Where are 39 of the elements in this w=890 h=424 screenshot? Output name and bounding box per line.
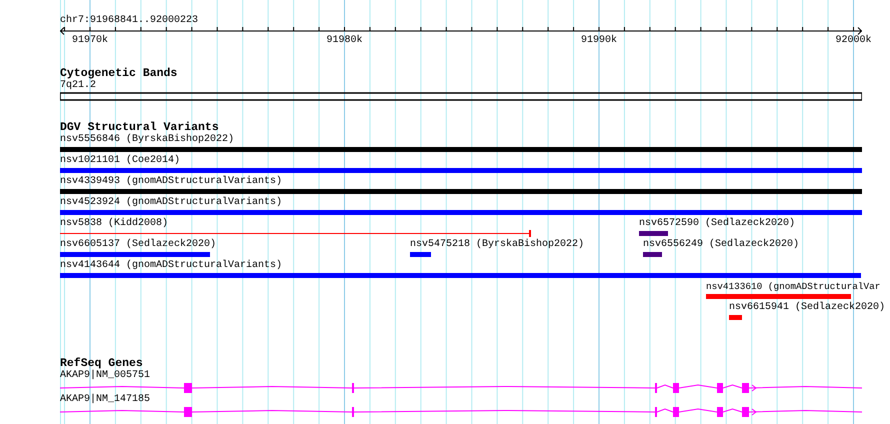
gene-model-drawing[interactable]: [60, 382, 862, 394]
variant-bar[interactable]: [60, 273, 861, 278]
feature-label: nsv4339493 (gnomADStructuralVariants): [60, 176, 282, 188]
variant-bar[interactable]: [643, 252, 662, 257]
feature-label: nsv6556249 (Sedlazeck2020): [643, 239, 800, 251]
band-label: 7q21.2: [60, 80, 98, 92]
feature-label: nsv1021101 (Coe2014): [60, 155, 180, 167]
feature-label: AKAP9|NM_147185: [60, 394, 152, 406]
feature-label: nsv5556846 (ByrskaBishop2022): [60, 134, 234, 146]
variant-bar[interactable]: [729, 315, 742, 320]
feature-label: AKAP9|NM_005751: [60, 370, 152, 382]
location-label: chr7:91968841..92000223: [60, 15, 200, 27]
chromosome-band[interactable]: [60, 92, 862, 102]
axis-tick-label: 91980k: [326, 35, 362, 47]
track-title: DGV Structural Variants: [60, 122, 219, 134]
axis-tick-label: 91990k: [581, 35, 617, 47]
axis-tick-label: 91970k: [72, 35, 108, 47]
feature-label: nsv6605137 (Sedlazeck2020): [60, 239, 216, 251]
ruler-axis-drawing[interactable]: [60, 27, 862, 35]
axis-tick-label: 92000k: [836, 35, 872, 47]
feature-label: nsv5475218 (ByrskaBishop2022): [410, 239, 584, 251]
variant-span[interactable]: [60, 230, 531, 237]
feature-label: nsv4523924 (gnomADStructuralVariants): [60, 197, 282, 209]
track-title: Cytogenetic Bands: [60, 68, 178, 80]
track-title: RefSeq Genes: [60, 358, 143, 370]
feature-label: nsv4133610 (gnomADStructuralVar: [706, 281, 880, 293]
variant-bar[interactable]: [639, 231, 668, 236]
variant-bar[interactable]: [60, 168, 862, 173]
variant-bar[interactable]: [706, 294, 851, 299]
feature-label: nsv6572590 (Sedlazeck2020): [639, 218, 796, 230]
variant-bar[interactable]: [60, 210, 862, 215]
variant-bar[interactable]: [60, 189, 862, 194]
variant-bar[interactable]: [410, 252, 431, 257]
variant-bar[interactable]: [60, 147, 862, 152]
gene-model-drawing[interactable]: [60, 406, 862, 418]
feature-label: nsv6615941 (Sedlazeck2020): [729, 302, 886, 314]
feature-label: nsv4143644 (gnomADStructuralVariants): [60, 260, 282, 272]
variant-bar[interactable]: [60, 252, 210, 257]
feature-label: nsv5838 (Kidd2008): [60, 218, 168, 230]
